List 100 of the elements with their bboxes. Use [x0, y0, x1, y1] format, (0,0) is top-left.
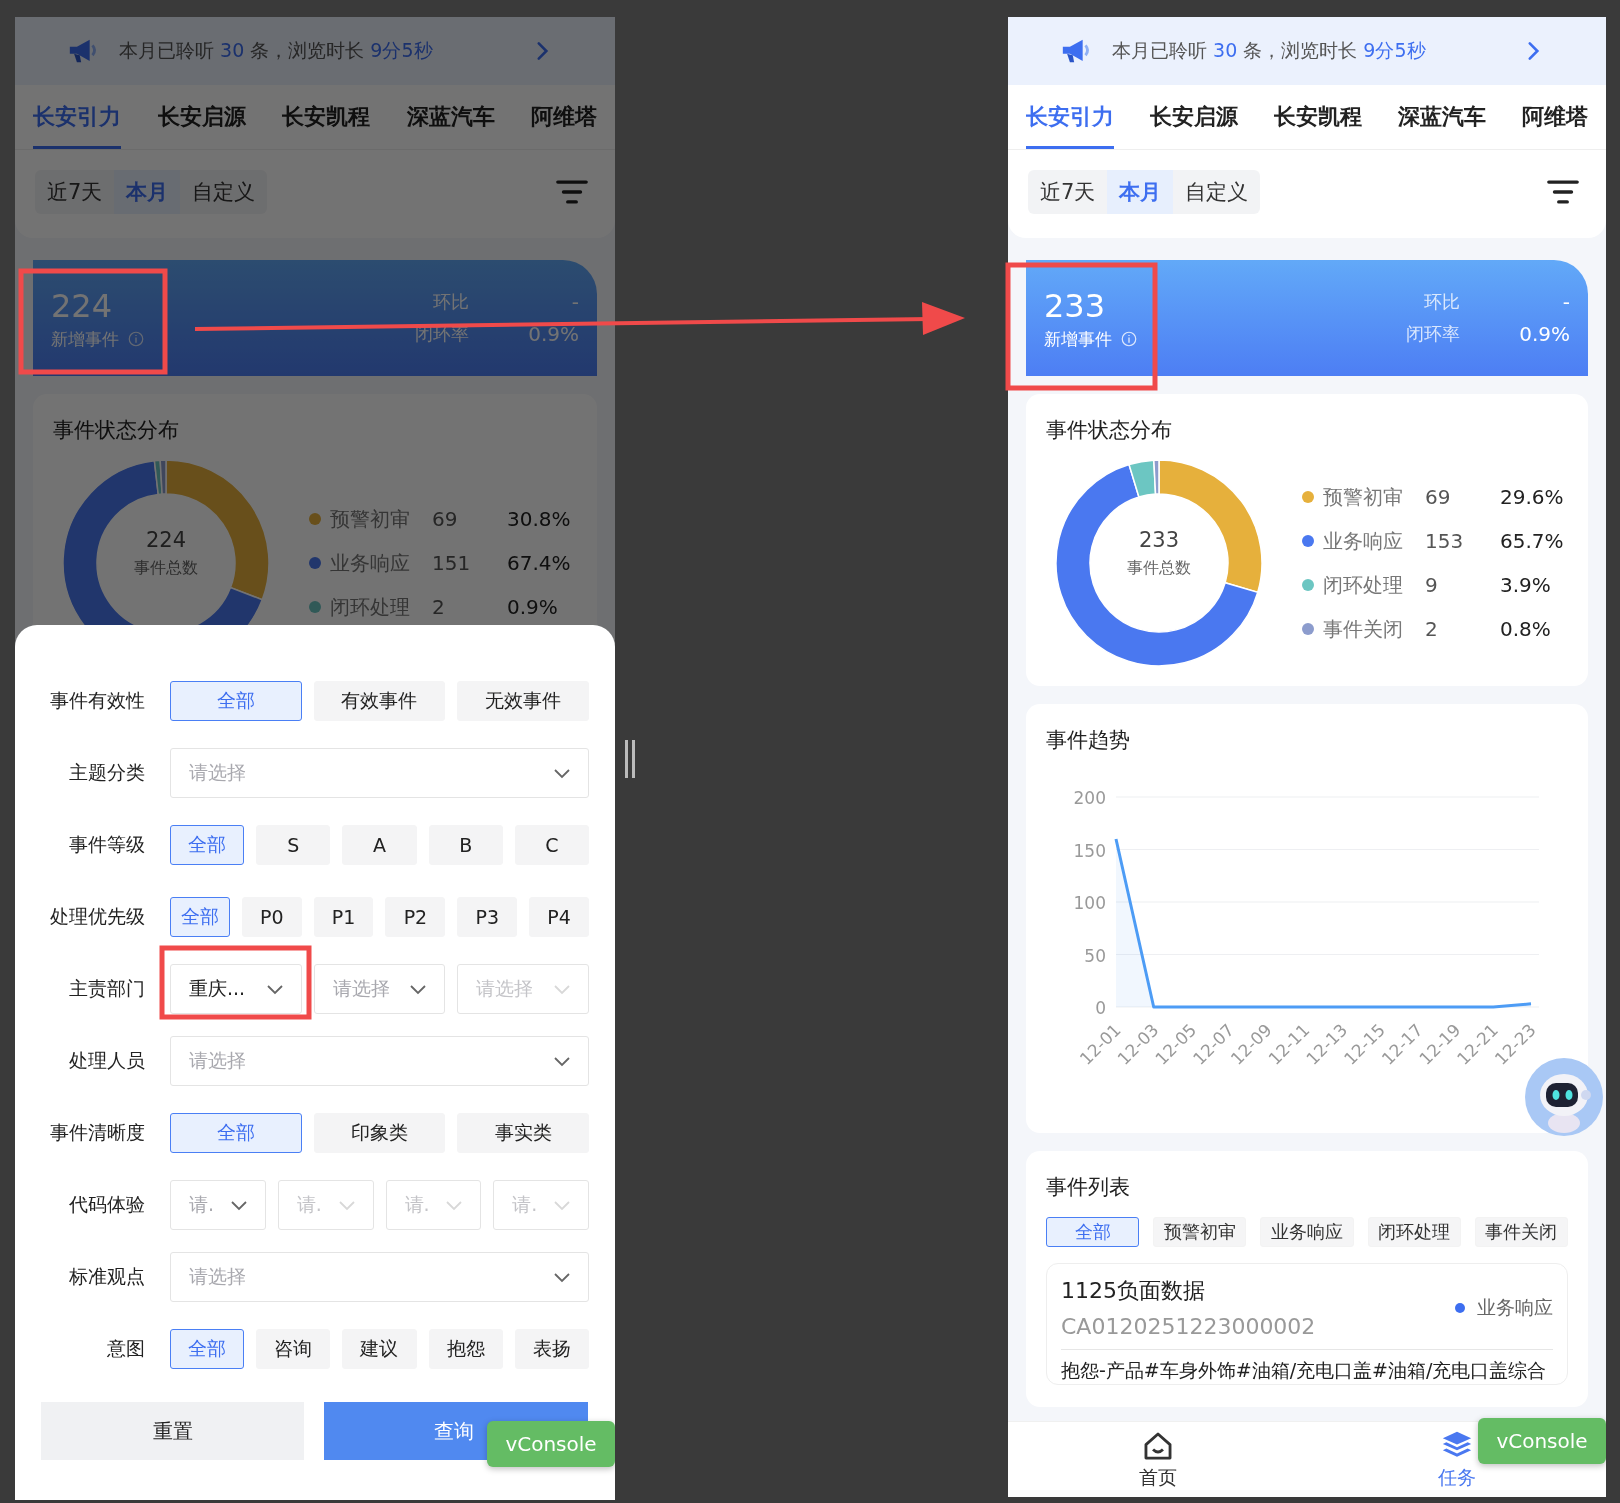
- legend-dot: [309, 601, 321, 613]
- info-icon[interactable]: [1120, 330, 1138, 348]
- legend-percent: 29.6%: [1500, 485, 1564, 509]
- event-count: 233: [1044, 285, 1107, 326]
- brand-tab[interactable]: 长安启源: [157, 85, 246, 149]
- status-filter-chip[interactable]: 闭环处理: [1367, 1217, 1461, 1247]
- filter-option[interactable]: P3: [457, 897, 518, 937]
- nav-item[interactable]: 首页: [1138, 1422, 1177, 1497]
- status-filter-chip[interactable]: 全部: [1046, 1217, 1140, 1247]
- legend-label: 事件关闭: [1323, 615, 1404, 643]
- event-count: 224: [51, 285, 114, 326]
- legend-label: 闭环处理: [330, 593, 411, 621]
- filter-option[interactable]: A: [342, 825, 417, 865]
- legend-percent: 0.8%: [1500, 617, 1552, 641]
- filter-option[interactable]: 有效事件: [313, 681, 446, 721]
- legend-label: 闭环处理: [1323, 571, 1404, 599]
- legend-count: 69: [432, 507, 459, 531]
- filter-option[interactable]: 事实类: [457, 1113, 589, 1153]
- legend-percent: 67.4%: [507, 551, 571, 575]
- filter-option[interactable]: 表扬: [514, 1329, 589, 1369]
- status-filter-chip[interactable]: 业务响应: [1260, 1217, 1354, 1247]
- brand-tab[interactable]: 长安凯程: [1274, 85, 1362, 149]
- filter-option[interactable]: P1: [313, 897, 374, 937]
- filter-option[interactable]: 全部: [170, 897, 230, 937]
- brand-tab[interactable]: 深蓝汽车: [1398, 85, 1486, 149]
- event-description: 抱怨-产品#车身外饰#油箱/充电口盖#油箱/充电口盖综合: [1061, 1358, 1548, 1383]
- legend-label: 业务响应: [330, 549, 411, 577]
- filter-option[interactable]: B: [428, 825, 503, 865]
- notice-banner[interactable]: 本月已聆听 30 条，浏览时长 9分5秒: [1008, 17, 1606, 85]
- summary-label: 新增事件: [51, 327, 119, 351]
- donut-total: 233: [1138, 528, 1180, 552]
- filter-label: 意图: [106, 1336, 145, 1361]
- filter-option[interactable]: C: [514, 825, 589, 865]
- legend-count: 151: [432, 551, 472, 575]
- legend-percent: 3.9%: [1500, 573, 1552, 597]
- filter-option[interactable]: P4: [529, 897, 589, 937]
- filter-label: 标准观点: [68, 1264, 145, 1289]
- filter-option[interactable]: 全部: [170, 1113, 302, 1153]
- filter-option[interactable]: 无效事件: [457, 681, 589, 721]
- legend-count: 2: [432, 595, 446, 619]
- legend-count: 9: [1425, 573, 1439, 597]
- filter-option[interactable]: 印象类: [313, 1113, 446, 1153]
- banner-text: 本月已聆听 30 条，浏览时长 9分5秒: [1112, 38, 1427, 63]
- date-range-control[interactable]: 近7天 本月 自定义: [35, 170, 268, 214]
- card-title: 事件状态分布: [53, 417, 180, 444]
- card-title: 事件状态分布: [1046, 417, 1173, 444]
- legend-label: 预警初审: [330, 505, 411, 533]
- metric-value: -: [570, 290, 579, 314]
- filter-label: 处理优先级: [49, 904, 145, 929]
- axis-tick-label: 50: [1084, 945, 1106, 966]
- legend-count: 69: [1425, 485, 1452, 509]
- filter-label: 事件清晰度: [49, 1120, 145, 1145]
- legend-percent: 65.7%: [1500, 529, 1564, 553]
- banner-text: 本月已聆听 30 条，浏览时长 9分5秒: [119, 38, 434, 63]
- filter-option[interactable]: P0: [241, 897, 302, 937]
- date-tab[interactable]: 近7天: [35, 170, 115, 214]
- date-range-control[interactable]: 近7天 本月 自定义: [1028, 170, 1261, 214]
- filter-label: 主题分类: [68, 760, 145, 785]
- filter-option[interactable]: 建议: [342, 1329, 417, 1369]
- legend-percent: 0.9%: [507, 595, 559, 619]
- event-card[interactable]: 1125负面数据 CA0120251223000002 业务响应 抱怨-产品#车身外饰#油箱/充电口盖#油箱/充电口盖综合: [1046, 1263, 1568, 1385]
- event-code: CA0120251223000002: [1061, 1314, 1316, 1339]
- brand-tab[interactable]: 阿维塔: [1522, 85, 1588, 149]
- filter-label: 事件等级: [68, 832, 145, 857]
- brand-tab[interactable]: 长安引力: [1026, 85, 1114, 149]
- filter-label: 处理人员: [68, 1048, 145, 1073]
- card-title: 事件列表: [1046, 1174, 1131, 1201]
- axis-tick-label: 200: [1073, 788, 1106, 808]
- legend-label: 业务响应: [1323, 527, 1404, 555]
- date-tab[interactable]: 自定义: [180, 170, 268, 214]
- filter-option[interactable]: 全部: [170, 1329, 245, 1369]
- filter-option[interactable]: 全部: [170, 681, 302, 721]
- drag-handle[interactable]: [624, 740, 636, 778]
- card-title: 事件趋势: [1046, 727, 1131, 754]
- status-filter-chip[interactable]: 事件关闭: [1474, 1217, 1568, 1247]
- date-tab[interactable]: 本月: [1107, 170, 1174, 214]
- select-field[interactable]: 重庆...: [170, 964, 302, 1014]
- brand-tab[interactable]: 长安启源: [1150, 85, 1238, 149]
- donut-total-label: 事件总数: [1127, 558, 1191, 579]
- filter-option[interactable]: 全部: [170, 825, 245, 865]
- filter-option[interactable]: S: [256, 825, 331, 865]
- reset-button[interactable]: 重置: [41, 1402, 304, 1460]
- status-filter-chip[interactable]: 预警初审: [1153, 1217, 1247, 1247]
- legend-count: 153: [1425, 529, 1465, 553]
- axis-tick-label: 150: [1073, 840, 1106, 861]
- filter-option[interactable]: 咨询: [256, 1329, 331, 1369]
- brand-tab[interactable]: 深蓝汽车: [406, 85, 495, 149]
- metric-value: -: [1561, 290, 1570, 314]
- legend-count: 2: [1425, 617, 1439, 641]
- metric-label: 环比: [432, 290, 469, 314]
- date-tab[interactable]: 近7天: [1028, 170, 1108, 214]
- date-tab[interactable]: 自定义: [1173, 170, 1261, 214]
- donut-total-label: 事件总数: [134, 558, 198, 579]
- nav-item[interactable]: 任务: [1437, 1422, 1476, 1497]
- filter-option[interactable]: P2: [385, 897, 446, 937]
- filter-option[interactable]: 抱怨: [428, 1329, 503, 1369]
- brand-tab[interactable]: 长安凯程: [282, 85, 370, 149]
- metric-value: 0.9%: [527, 322, 579, 346]
- brand-tab[interactable]: 阿维塔: [531, 85, 597, 149]
- donut-total: 224: [145, 528, 187, 552]
